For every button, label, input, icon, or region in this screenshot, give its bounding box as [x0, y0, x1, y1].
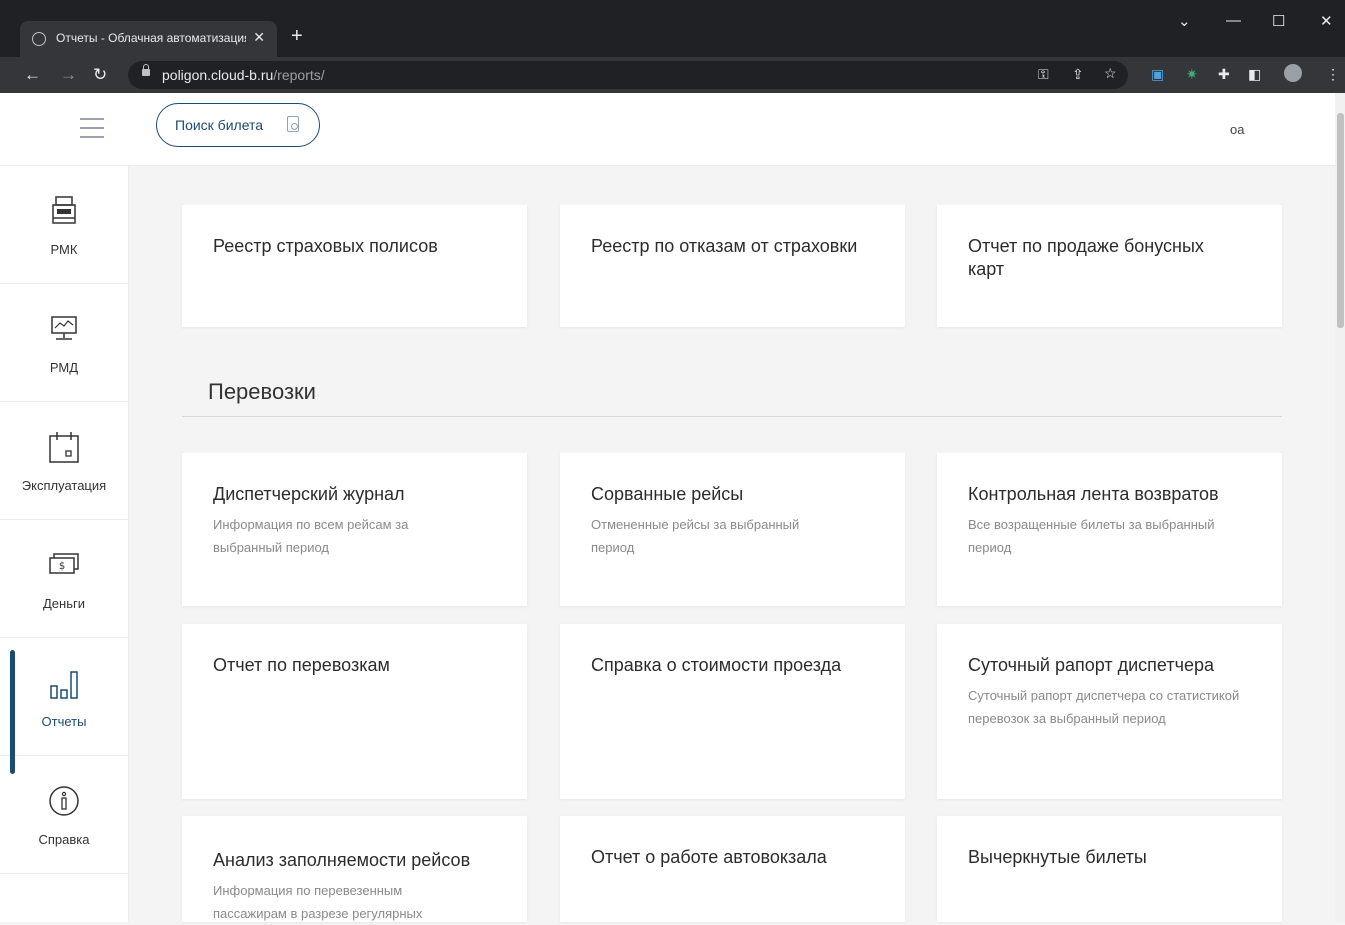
- maximize-button[interactable]: ☐: [1272, 12, 1285, 30]
- forward-icon[interactable]: →: [60, 65, 77, 85]
- section-divider: [182, 416, 1282, 417]
- close-window-button[interactable]: ✕: [1320, 12, 1333, 30]
- side-panel-icon[interactable]: ◧: [1248, 66, 1261, 83]
- tab-title: Отчеты - Облачная автоматизация: [56, 31, 246, 45]
- calendar-icon: [49, 432, 79, 463]
- sidebar-item-label: Эксплуатация: [21, 478, 107, 493]
- ticket-search-button[interactable]: Поиск билета: [156, 103, 320, 147]
- address-bar[interactable]: poligon.cloud-b.ru/reports/ ⚿ ⇪ ☆: [128, 61, 1128, 89]
- sidebar-item-label: Деньги: [43, 596, 85, 611]
- report-card-title: Отчет по перевозкам: [213, 655, 390, 675]
- report-card-title: Справка о стоимости проезда: [591, 655, 842, 675]
- tab-search-icon[interactable]: ⌄: [1178, 12, 1191, 30]
- extension-translate-icon[interactable]: ▣: [1151, 66, 1164, 83]
- report-card-description: Все возращенные билеты за выбранный пери…: [968, 517, 1215, 555]
- document-search-icon: [287, 116, 299, 132]
- report-card-description: Суточный рапорт диспетчера со статистико…: [968, 688, 1240, 726]
- lock-icon: [142, 64, 150, 76]
- svg-text:$: $: [59, 561, 65, 572]
- new-tab-button[interactable]: +: [291, 25, 303, 48]
- browser-tab[interactable]: Отчеты - Облачная автоматизация ✕: [20, 21, 277, 57]
- report-card-bonus-cards[interactable]: Отчет по продаже бонусных карт: [937, 205, 1282, 327]
- report-card-returns-tape[interactable]: Контрольная лента возвратов Все возращен…: [937, 453, 1282, 606]
- minimize-button[interactable]: —: [1226, 12, 1241, 29]
- ticket-search-label: Поиск билета: [175, 117, 264, 133]
- sidebar-item-money[interactable]: $ Деньги: [0, 520, 128, 638]
- sidebar-item-rmk[interactable]: РМК: [0, 166, 128, 284]
- sidebar-item-operation[interactable]: Эксплуатация: [0, 402, 128, 520]
- sidebar-item-label: Справка: [38, 832, 90, 847]
- sidebar-item-reports[interactable]: Отчеты: [0, 638, 128, 774]
- profile-avatar[interactable]: [1284, 64, 1302, 82]
- tab-close-icon[interactable]: ✕: [253, 29, 265, 46]
- hamburger-menu-icon[interactable]: [80, 118, 104, 138]
- bar-chart-icon: [50, 671, 78, 699]
- scrollbar-thumb[interactable]: [1337, 113, 1344, 328]
- key-icon[interactable]: ⚿: [1038, 66, 1049, 83]
- cash-register-icon: [52, 196, 76, 224]
- report-card-title: Реестр страховых полисов: [213, 236, 438, 256]
- report-card-insurance-registry[interactable]: Реестр страховых полисов: [182, 205, 527, 327]
- report-card-title: Сорванные рейсы: [591, 484, 744, 504]
- monitor-icon: [51, 316, 77, 340]
- report-card-station-work-report[interactable]: Отчет о работе автовокзала: [560, 816, 905, 922]
- extension-colorful-icon[interactable]: ✷: [1186, 66, 1198, 83]
- report-card-title: Отчет о работе автовокзала: [591, 847, 827, 867]
- report-card-description: Отмененные рейсы за выбранный период: [591, 517, 800, 555]
- report-card-fare-certificate[interactable]: Справка о стоимости проезда: [560, 624, 905, 799]
- info-icon: [49, 786, 79, 816]
- report-card-title: Отчет по продаже бонусных карт: [968, 236, 1204, 279]
- report-card-title: Анализ заполняемости рейсов: [213, 850, 471, 870]
- report-card-title: Реестр по отказам от страховки: [591, 236, 858, 256]
- section-title-transport: Перевозки: [208, 379, 316, 404]
- extensions-puzzle-icon[interactable]: ✚: [1218, 66, 1230, 83]
- menu-icon[interactable]: ⋮: [1326, 66, 1340, 83]
- sidebar-item-label: РМД: [49, 360, 79, 375]
- money-icon: $: [49, 553, 79, 574]
- report-card-occupancy-analysis[interactable]: Анализ заполняемости рейсов Информация п…: [182, 816, 527, 922]
- browser-tab-bar: Отчеты - Облачная автоматизация ✕ + ⌄ — …: [0, 0, 1345, 57]
- star-icon[interactable]: ☆: [1104, 65, 1117, 82]
- app-header: Поиск билета оа: [0, 93, 1335, 166]
- report-card-insurance-refusals[interactable]: Реестр по отказам от страховки: [560, 205, 905, 327]
- user-initials[interactable]: оа: [1230, 122, 1244, 137]
- globe-icon: [32, 32, 46, 46]
- report-card-title: Суточный рапорт диспетчера: [968, 655, 1214, 675]
- sidebar-item-rmd[interactable]: РМД: [0, 284, 128, 402]
- report-card-description: Информация по перевезенным пассажирам в …: [213, 883, 423, 921]
- report-card-title: Контрольная лента возвратов: [968, 484, 1219, 504]
- report-card-description: Информация по всем рейсам за выбранный п…: [213, 517, 409, 555]
- report-card-title: Вычеркнутые билеты: [968, 847, 1147, 867]
- url-text: poligon.cloud-b.ru/reports/: [162, 67, 325, 83]
- sidebar-item-label: РМК: [50, 242, 78, 257]
- back-icon[interactable]: ←: [24, 65, 41, 85]
- browser-toolbar: ← → ↻ poligon.cloud-b.ru/reports/ ⚿ ⇪ ☆ …: [0, 57, 1345, 93]
- report-card-cancelled-trips[interactable]: Сорванные рейсы Отмененные рейсы за выбр…: [560, 453, 905, 606]
- reload-icon[interactable]: ↻: [93, 65, 107, 85]
- report-card-daily-dispatcher-report[interactable]: Суточный рапорт диспетчера Суточный рапо…: [937, 624, 1282, 799]
- report-card-crossed-tickets[interactable]: Вычеркнутые билеты: [937, 816, 1282, 922]
- sidebar-item-help[interactable]: Справка: [0, 756, 128, 874]
- report-card-title: Диспетчерский журнал: [213, 484, 405, 504]
- sidebar-item-label: Отчеты: [41, 714, 87, 729]
- report-card-transport-report[interactable]: Отчет по перевозкам: [182, 624, 527, 799]
- sidebar: РМК РМД Эксплуатация $ Деньги Отчеты Спр…: [0, 166, 129, 922]
- report-card-dispatch-log[interactable]: Диспетчерский журнал Информация по всем …: [182, 453, 527, 606]
- share-icon[interactable]: ⇪: [1072, 66, 1084, 83]
